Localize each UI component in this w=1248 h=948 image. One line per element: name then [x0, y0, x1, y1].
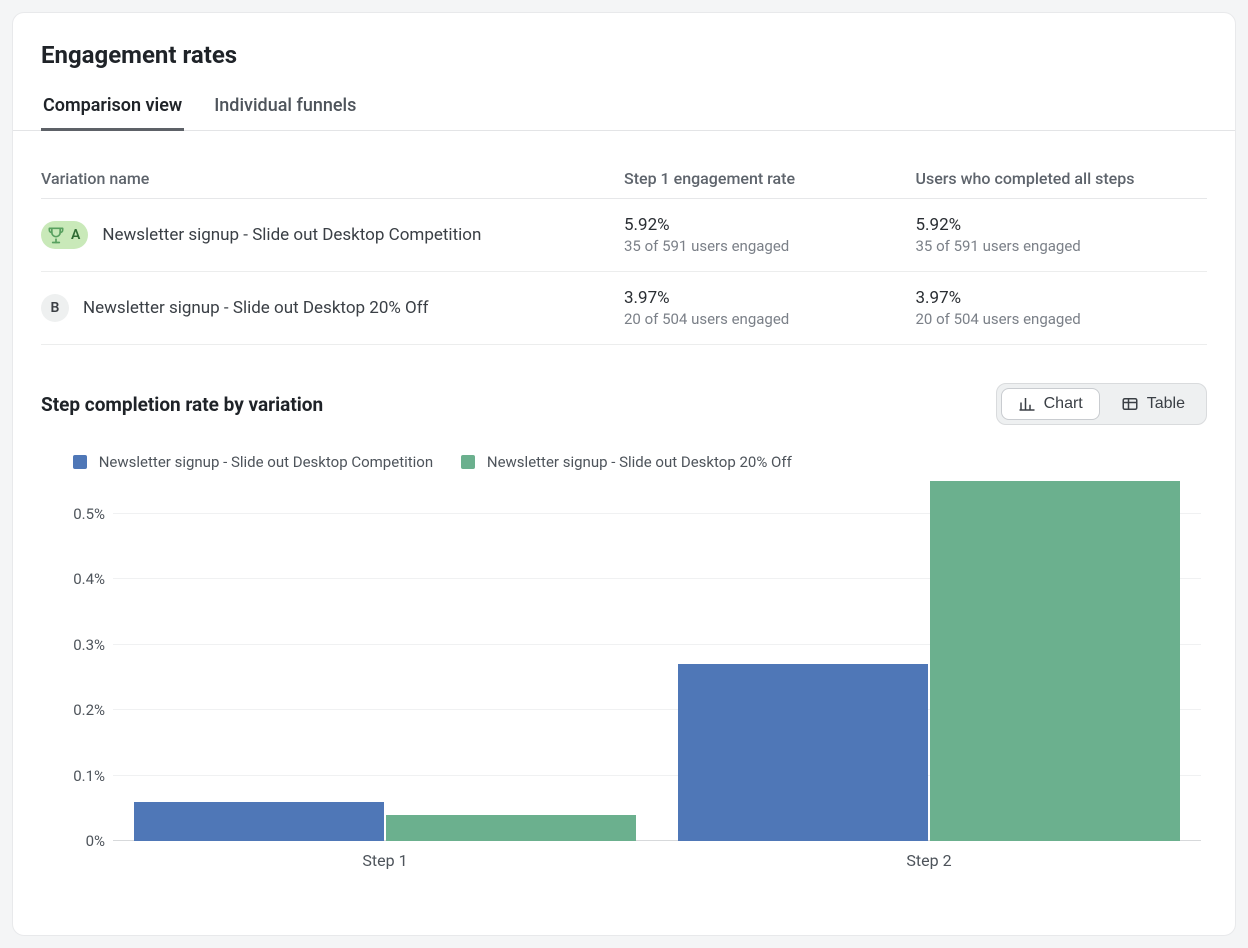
step1-detail: 20 of 504 users engaged — [624, 310, 904, 328]
all-detail: 20 of 504 users engaged — [916, 310, 1196, 328]
tab-individual-funnels[interactable]: Individual funnels — [212, 87, 358, 130]
legend-label-b: Newsletter signup - Slide out Desktop 20… — [487, 453, 792, 471]
table-row: A Newsletter signup - Slide out Desktop … — [41, 199, 1207, 272]
bar-chart-icon — [1018, 395, 1036, 413]
legend-item-a: Newsletter signup - Slide out Desktop Co… — [73, 453, 433, 471]
winner-badge: A — [41, 221, 88, 249]
legend-swatch-a — [73, 455, 87, 469]
toggle-table-label: Table — [1147, 395, 1185, 413]
bar[interactable] — [678, 664, 928, 841]
y-axis-tick: 0.3% — [47, 636, 105, 654]
tabs: Comparison view Individual funnels — [13, 87, 1235, 131]
section-title: Step completion rate by variation — [41, 393, 323, 416]
tab-comparison-view[interactable]: Comparison view — [41, 87, 184, 131]
toggle-chart-label: Chart — [1044, 395, 1083, 413]
chart-legend: Newsletter signup - Slide out Desktop Co… — [73, 453, 1207, 471]
bar[interactable] — [930, 481, 1180, 841]
x-axis-tick: Step 1 — [113, 851, 657, 870]
col-variation-name: Variation name — [41, 159, 624, 199]
y-axis-tick: 0.5% — [47, 505, 105, 523]
legend-item-b: Newsletter signup - Slide out Desktop 20… — [461, 453, 792, 471]
engagement-table: Variation name Step 1 engagement rate Us… — [41, 159, 1207, 345]
col-step1-rate: Step 1 engagement rate — [624, 159, 916, 199]
table-icon — [1121, 395, 1139, 413]
bar-group — [657, 481, 1201, 841]
legend-label-a: Newsletter signup - Slide out Desktop Co… — [99, 453, 433, 471]
col-completed-all: Users who completed all steps — [916, 159, 1208, 199]
variation-badge-letter: B — [41, 294, 69, 322]
step1-rate: 3.97% — [624, 288, 904, 308]
bar[interactable] — [386, 815, 636, 841]
bar-chart: 0% 0.1% 0.2% 0.3% 0.4% 0.5% Step 1Step 2 — [47, 481, 1201, 870]
bar-group — [113, 481, 657, 841]
view-toggle: Chart Table — [996, 383, 1207, 425]
variation-badge-letter: A — [71, 227, 80, 243]
table-row: B Newsletter signup - Slide out Desktop … — [41, 272, 1207, 345]
variation-name: Newsletter signup - Slide out Desktop 20… — [83, 298, 429, 318]
toggle-table-button[interactable]: Table — [1104, 388, 1202, 420]
all-rate: 5.92% — [916, 215, 1196, 235]
all-detail: 35 of 591 users engaged — [916, 237, 1196, 255]
x-axis-tick: Step 2 — [657, 851, 1201, 870]
all-rate: 3.97% — [916, 288, 1196, 308]
toggle-chart-button[interactable]: Chart — [1001, 388, 1100, 420]
step1-detail: 35 of 591 users engaged — [624, 237, 904, 255]
engagement-card: Engagement rates Comparison view Individ… — [12, 12, 1236, 936]
y-axis-tick: 0.2% — [47, 701, 105, 719]
y-axis-tick: 0.4% — [47, 570, 105, 588]
step1-rate: 5.92% — [624, 215, 904, 235]
bar[interactable] — [134, 802, 384, 841]
trophy-icon — [45, 224, 67, 246]
y-axis-tick: 0% — [47, 832, 105, 850]
legend-swatch-b — [461, 455, 475, 469]
y-axis-tick: 0.1% — [47, 767, 105, 785]
variation-name: Newsletter signup - Slide out Desktop Co… — [102, 225, 481, 245]
card-title: Engagement rates — [41, 41, 1207, 69]
